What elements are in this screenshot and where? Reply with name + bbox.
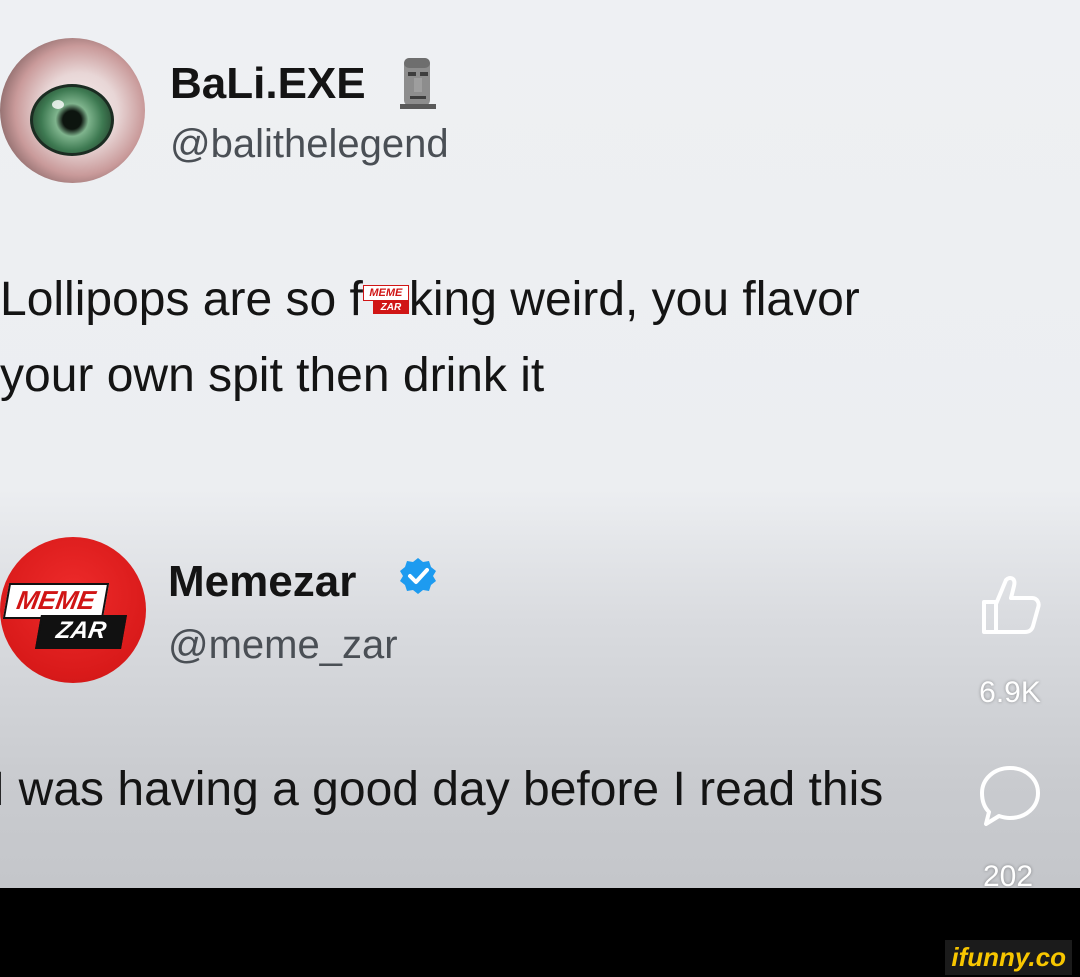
- censor-top: MEME: [362, 285, 409, 301]
- avatar-zar-label: ZAR: [35, 615, 127, 649]
- speech-bubble-icon[interactable]: [976, 762, 1044, 830]
- tweet1-display-name[interactable]: BaLi.EXE: [170, 62, 366, 106]
- tweet1-text-line2: your own spit then drink it: [0, 349, 545, 402]
- thumbs-up-icon[interactable]: [974, 570, 1046, 642]
- censor-bottom: ZAR: [372, 301, 409, 314]
- ifunny-watermark: ifunny.co: [945, 940, 1072, 975]
- tweet1-text-line1: Lollipops are so f MEME ZAR king weird, you…: [0, 262, 860, 338]
- memezar-censor-icon: MEME ZAR: [362, 283, 409, 317]
- like-count: 6.9K: [979, 676, 1041, 709]
- memezar-avatar[interactable]: MEME ZAR: [0, 537, 146, 683]
- bottom-bar: ifunny.co: [0, 888, 1080, 977]
- tweet2-handle[interactable]: @meme_zar: [168, 625, 398, 665]
- tweet1-text-post: king weird, you flavor: [408, 273, 860, 326]
- tweet2-display-name[interactable]: Memezar: [168, 560, 356, 604]
- verified-badge-icon: [400, 558, 436, 594]
- eye-iris: [30, 84, 114, 156]
- avatar-meme-label: MEME: [2, 583, 110, 619]
- eye-glint: [52, 100, 64, 109]
- comment-count: 202: [982, 860, 1034, 889]
- moai-emoji-icon: [400, 58, 436, 109]
- meme-image: BaLi.EXE @balithelegend Lollipops are so…: [0, 0, 1080, 888]
- tweet1-text-pre: Lollipops are so f: [0, 273, 363, 326]
- balithelegend-avatar[interactable]: [0, 38, 145, 183]
- tweet2-text: I was having a good day before I read th…: [0, 763, 884, 816]
- tweet1-handle[interactable]: @balithelegend: [170, 124, 449, 164]
